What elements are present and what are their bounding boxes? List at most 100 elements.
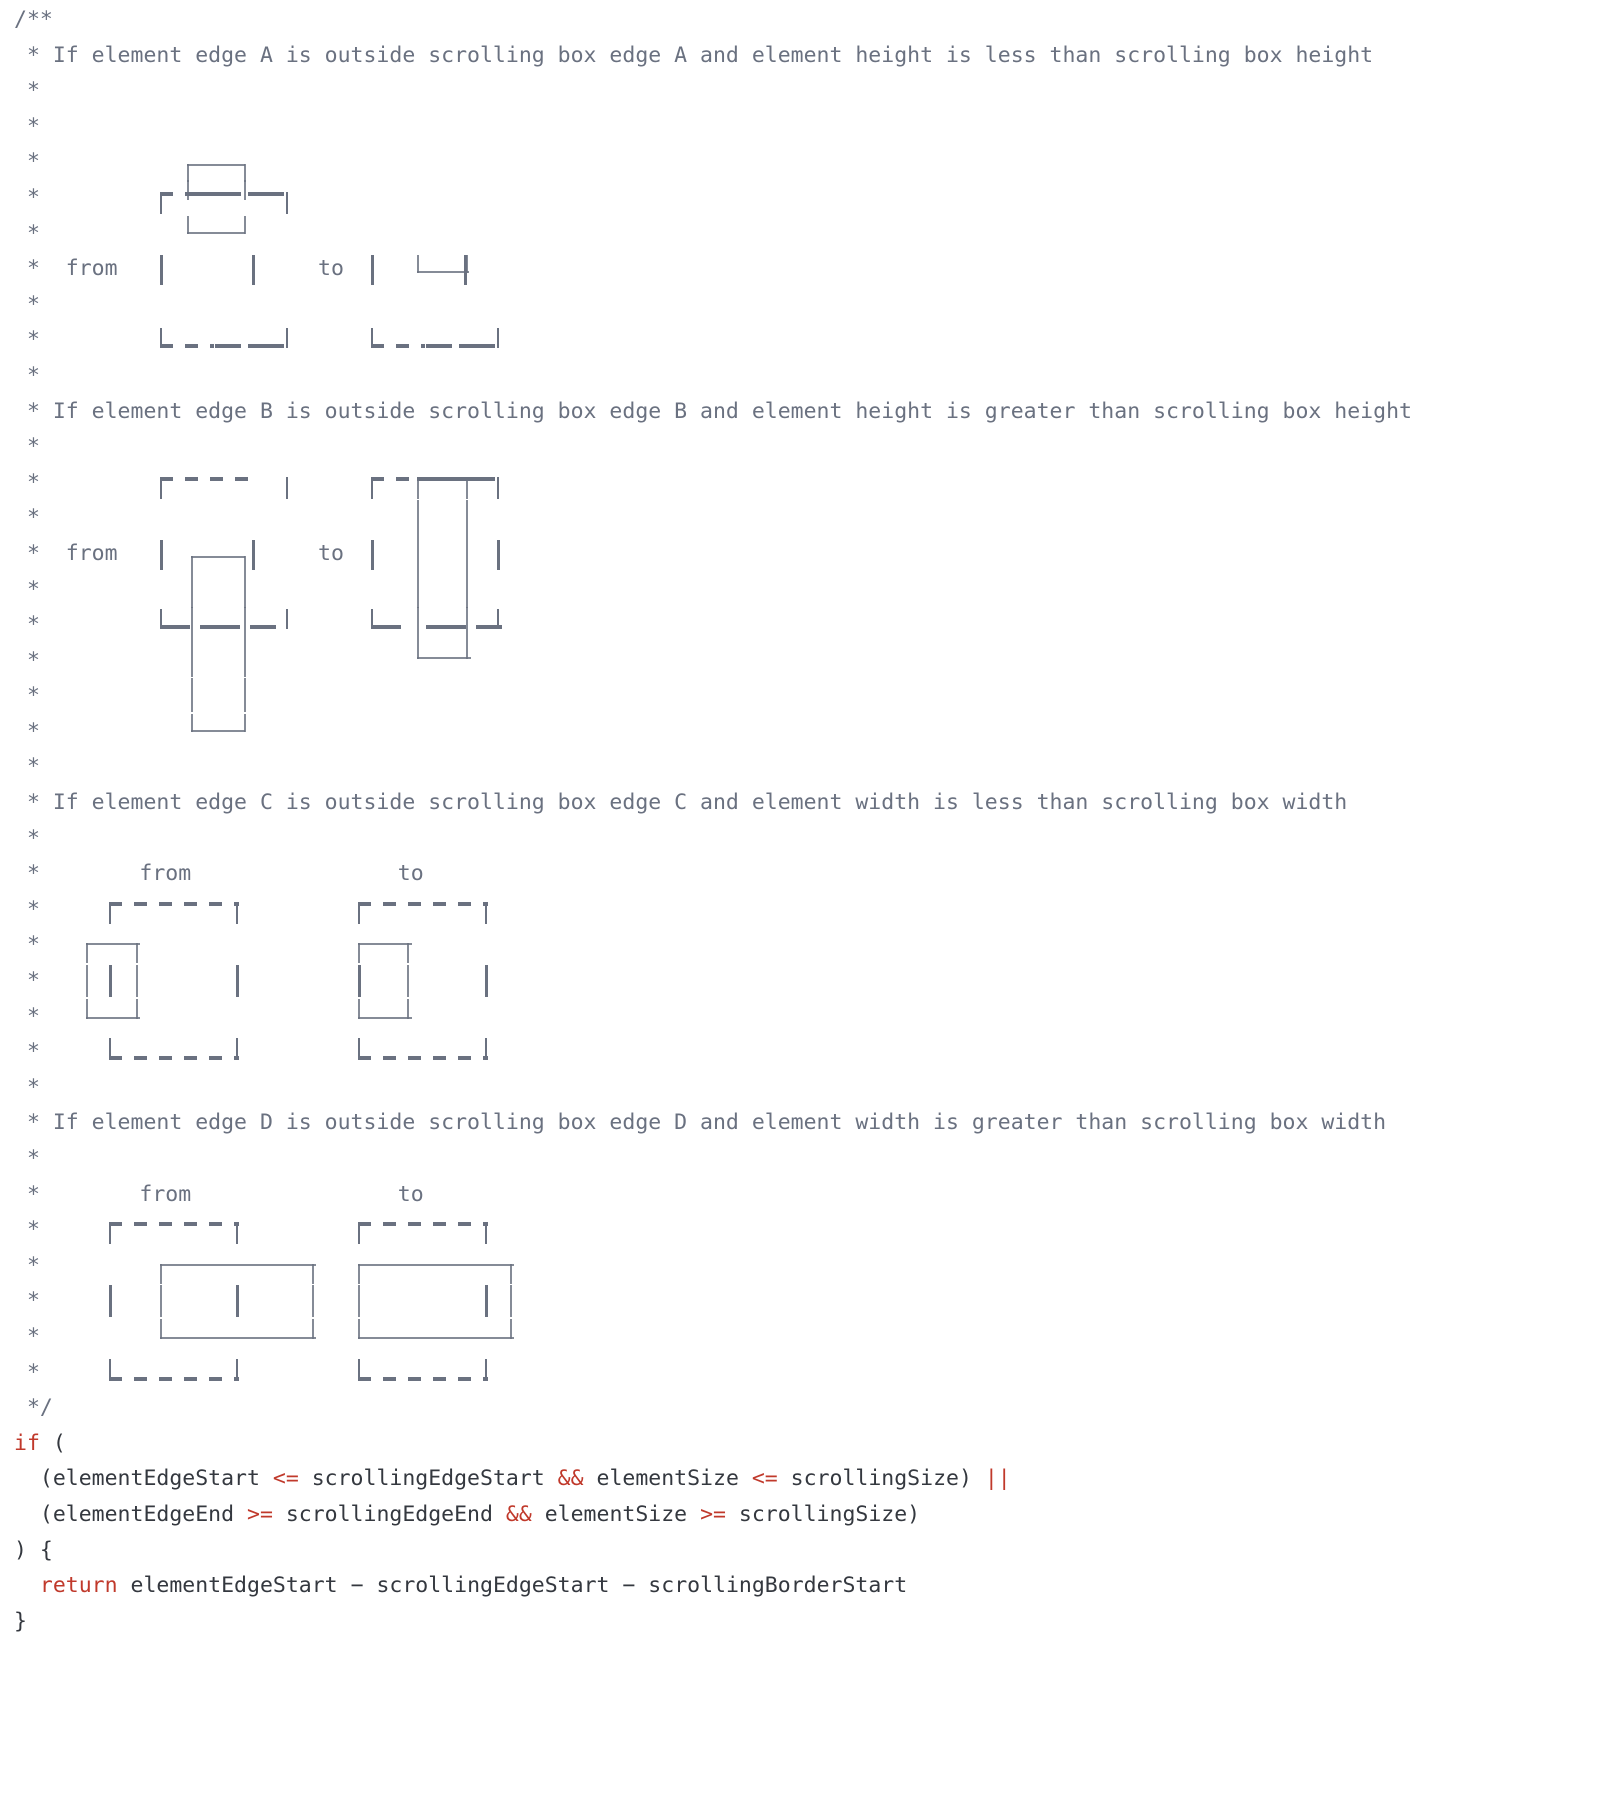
element-box-left	[190, 607, 193, 644]
code-line[interactable]: if (	[14, 1426, 1618, 1462]
diagram-b-row5: *	[14, 607, 1618, 644]
scroll-box-top-dash	[371, 476, 424, 481]
element-box-left	[190, 571, 193, 608]
token-op: &&	[505, 1501, 532, 1527]
scroll-box-bottom-dash	[160, 344, 215, 349]
element-box-bottom	[416, 656, 471, 659]
diagram-c-row5: *	[14, 1034, 1618, 1070]
scroll-box-right-side	[251, 255, 255, 286]
scroll-box-right-side	[485, 965, 489, 998]
element-box-right	[135, 965, 138, 998]
code-line[interactable]: return elementEdgeStart − scrollingEdgeS…	[14, 1568, 1618, 1604]
element-box-right	[509, 1263, 512, 1284]
scroll-box-bottom-right-corner	[285, 609, 288, 630]
scroll-box-top-dash	[357, 901, 488, 906]
element-box-left	[190, 678, 193, 713]
scroll-box-bottom-dash	[249, 625, 276, 630]
code-line[interactable]: }	[14, 1604, 1618, 1640]
scroll-box-bottom-dash	[426, 625, 467, 630]
token-plain: elementSize	[531, 1501, 701, 1527]
element-box-right	[312, 1318, 315, 1339]
scroll-box-top-dash	[357, 1222, 488, 1227]
element-box-left	[186, 179, 189, 200]
element-box-top	[86, 943, 141, 946]
scroll-box-bottom-dash	[357, 1376, 488, 1381]
element-box-left	[357, 1318, 360, 1339]
scroll-box-bottom-right-corner	[236, 1358, 239, 1381]
token-plain: scrollingSize)	[725, 1501, 921, 1527]
comment-blank: *	[14, 113, 40, 139]
element-box-top	[190, 555, 245, 558]
scroll-box-left-side	[160, 255, 164, 286]
element-box-left	[86, 998, 89, 1019]
element-box-left	[86, 965, 89, 998]
token-op: <=	[751, 1466, 778, 1492]
scroll-box-left-side	[371, 539, 375, 570]
diagram-d-row3: *	[14, 1283, 1618, 1319]
element-box-right	[312, 1285, 315, 1318]
scroll-box-bottom-dash	[109, 1056, 239, 1061]
scroll-box-right-side	[496, 539, 500, 570]
comment-blank: *	[14, 434, 40, 460]
element-box-right	[466, 607, 469, 644]
element-box-right	[509, 1318, 512, 1339]
from-label: from	[139, 861, 192, 887]
element-box-left	[416, 535, 419, 572]
diagram-b-row4: *	[14, 571, 1618, 608]
comment-blank: *	[14, 1146, 40, 1171]
scroll-box-top-dash	[458, 476, 495, 481]
token-plain: elementSize	[583, 1466, 752, 1492]
scroll-box-bottom-dash	[458, 344, 495, 349]
element-box-left	[416, 500, 419, 537]
scroll-box-top-dash	[109, 901, 239, 906]
element-box-right	[243, 678, 246, 713]
diagram-d-row1: *	[14, 1212, 1618, 1248]
to-label: to	[397, 1181, 424, 1207]
scroll-box-bottom-right-corner	[496, 609, 499, 630]
code-editor-view[interactable]: /** * If element edge A is outside scrol…	[0, 0, 1618, 1808]
token-punct: }	[14, 1608, 27, 1634]
code-line[interactable]: (elementEdgeStart <= scrollingEdgeStart …	[14, 1461, 1618, 1497]
element-box-left	[416, 571, 419, 608]
scroll-box-top-dash	[109, 1222, 239, 1227]
scroll-box-right-corner	[496, 476, 499, 499]
scroll-box-left-side	[109, 965, 112, 998]
token-plain: scrollingEdgeStart	[298, 1466, 558, 1492]
diagram-c-row3: *	[14, 963, 1618, 999]
code-line[interactable]: (elementEdgeEnd >= scrollingEdgeEnd && e…	[14, 1497, 1618, 1533]
comment-open: /**	[14, 7, 53, 32]
element-box-bottom	[357, 1016, 412, 1019]
element-box-bottom	[357, 1336, 514, 1339]
element-box-left	[357, 1285, 360, 1318]
scroll-box-bottom-right-corner	[285, 328, 288, 349]
comment-blank: *	[14, 78, 40, 104]
token-plain: −	[350, 1573, 364, 1599]
element-box-bottom	[190, 729, 245, 732]
token-plain: scrollingSize)	[777, 1466, 985, 1492]
comment-blank: *	[14, 754, 40, 780]
token-plain: (elementEdgeEnd	[14, 1501, 247, 1527]
scroll-box-top-dash-right	[247, 191, 284, 196]
token-op: >=	[247, 1501, 273, 1527]
token-kw: return	[39, 1573, 118, 1599]
scroll-box-right-corner	[485, 901, 488, 924]
diagram-b-row8: *	[14, 713, 1618, 750]
scroll-box-bottom-right-corner	[485, 1358, 488, 1381]
code-line[interactable]: ) {	[14, 1533, 1618, 1569]
scroll-box-right-side	[236, 1285, 240, 1318]
comment-blank: *	[14, 291, 40, 317]
element-box-top	[186, 164, 245, 167]
element-box-bottom	[416, 271, 469, 274]
token-plain: scrollingBorderStart	[635, 1573, 908, 1599]
token-punct: ) {	[14, 1537, 53, 1563]
element-box-left	[160, 1263, 163, 1284]
comment-caption-b: * If element edge B is outside scrolling…	[14, 398, 1412, 424]
scroll-box-right-corner	[285, 191, 288, 214]
diagram-b-row6: *	[14, 642, 1618, 679]
diagram-d-row4: *	[14, 1318, 1618, 1355]
token-op: ||	[984, 1466, 1011, 1492]
diagram-a-row3: *	[14, 215, 1618, 252]
element-box-left	[357, 1263, 360, 1284]
scroll-box-bottom-dash	[109, 1376, 239, 1381]
